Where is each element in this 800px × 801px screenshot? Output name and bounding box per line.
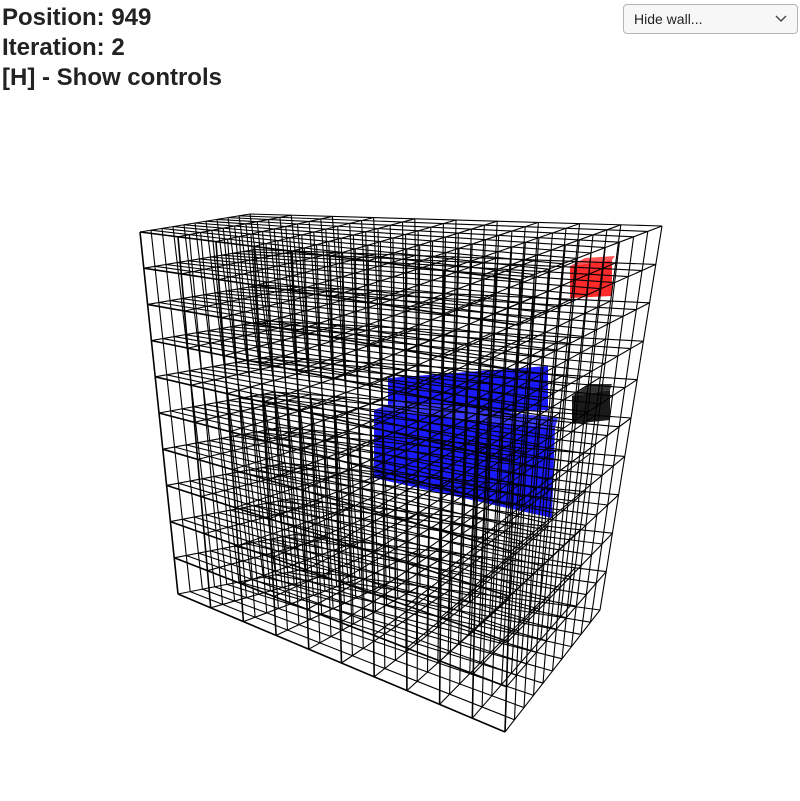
voxel-grid-canvas[interactable] [0,0,800,801]
grid-line [197,429,315,460]
position-readout: Position: 949 [2,4,152,31]
hide-wall-select[interactable]: Hide wall... [623,4,798,34]
grid-line [151,320,266,342]
hide-wall-select-value: Hide wall... [634,11,703,27]
grid-line [174,533,296,559]
app-root: Position: 949 Iteration: 2 [H] - Show co… [0,0,800,801]
controls-hint: [H] - Show controls [2,64,222,91]
chevron-down-icon [775,13,787,25]
iteration-readout: Iteration: 2 [2,34,125,61]
hud-panel: Position: 949 Iteration: 2 [H] - Show co… [2,3,222,93]
